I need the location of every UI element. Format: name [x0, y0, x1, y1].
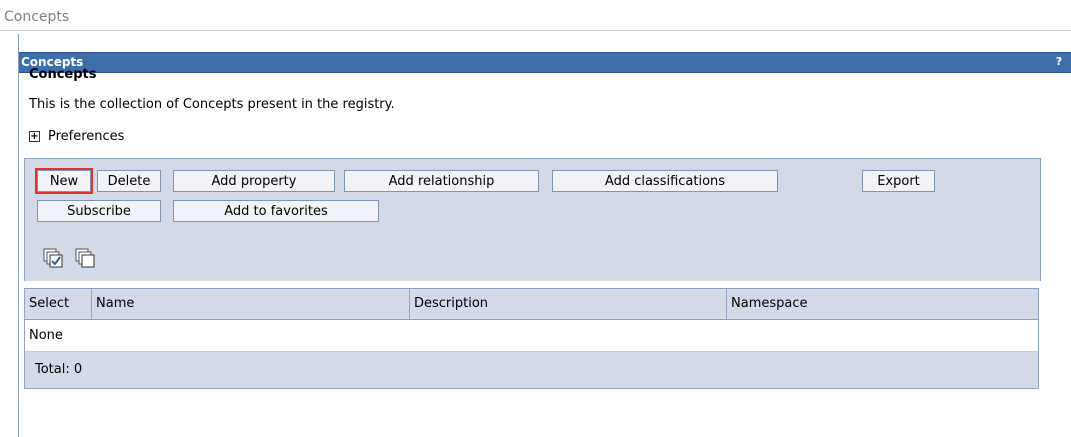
- add-to-favorites-button[interactable]: Add to favorites: [173, 200, 379, 222]
- selection-iconbar: [24, 232, 1041, 281]
- add-relationship-button[interactable]: Add relationship: [344, 170, 539, 192]
- deselect-all-icon[interactable]: [75, 248, 95, 268]
- expand-icon[interactable]: +: [29, 131, 40, 142]
- help-icon[interactable]: ?: [1052, 55, 1066, 68]
- export-button[interactable]: Export: [862, 170, 935, 192]
- section-title: Concepts: [29, 67, 97, 82]
- add-classifications-button[interactable]: Add classifications: [552, 170, 778, 192]
- preferences-label[interactable]: Preferences: [48, 129, 124, 144]
- delete-button[interactable]: Delete: [97, 170, 161, 192]
- collection-description: This is the collection of Concepts prese…: [29, 97, 395, 112]
- subscribe-button[interactable]: Subscribe: [37, 200, 161, 222]
- page-header: Concepts: [0, 0, 1071, 31]
- portlet-title-bar: Concepts ?: [19, 52, 1071, 73]
- action-toolbar: New Delete Add property Add relationship…: [24, 158, 1041, 233]
- concepts-table: Select Name Description Namespace None T…: [24, 288, 1039, 389]
- empty-row: None: [25, 320, 1038, 352]
- column-header-description[interactable]: Description: [409, 289, 726, 319]
- table-header: Select Name Description Namespace: [25, 289, 1038, 320]
- add-property-button[interactable]: Add property: [173, 170, 335, 192]
- column-header-namespace[interactable]: Namespace: [726, 289, 1038, 319]
- total-count: Total: 0: [25, 352, 1038, 388]
- page-header-title: Concepts: [4, 9, 70, 25]
- select-all-icon[interactable]: [43, 248, 63, 268]
- column-header-name[interactable]: Name: [91, 289, 409, 319]
- new-button[interactable]: New: [35, 168, 93, 194]
- column-header-select[interactable]: Select: [25, 289, 91, 319]
- preferences-toggle[interactable]: + Preferences: [29, 129, 124, 144]
